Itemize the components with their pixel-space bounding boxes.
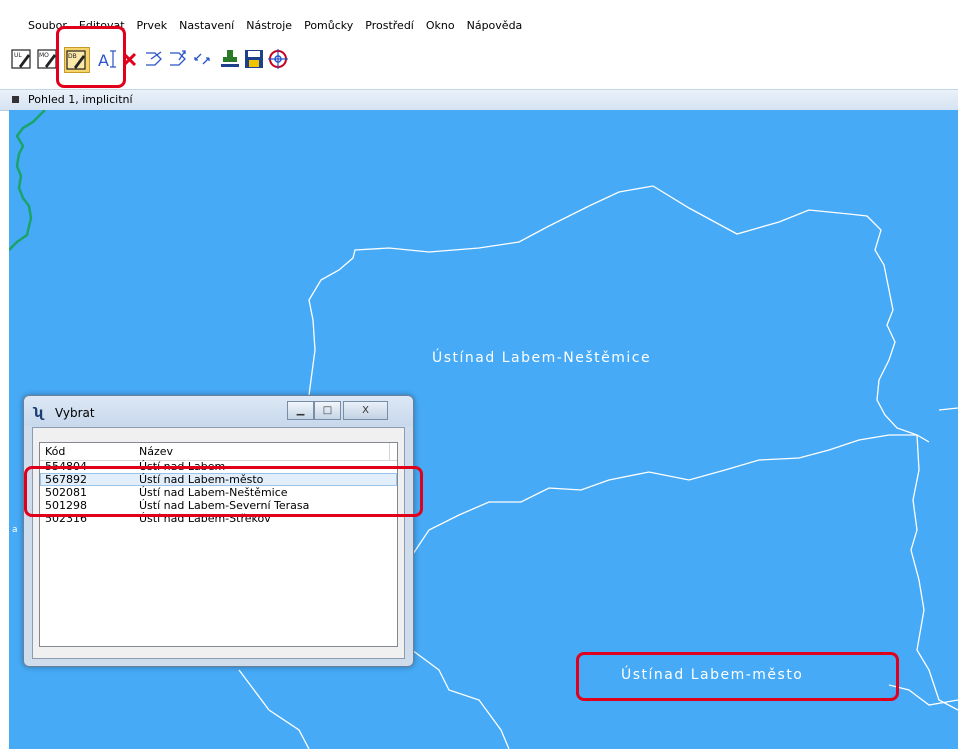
delete-icon[interactable] (118, 47, 142, 71)
list-header: Kód Název (40, 443, 397, 461)
menu-nastaveni[interactable]: Nastavení (173, 18, 240, 34)
menu-soubor[interactable]: Soubor (22, 18, 73, 34)
list-item[interactable]: 502316 Ústí nad Labem-Střekov (40, 512, 397, 525)
boundary-bottom-left (238, 669, 310, 749)
menu-prostredi[interactable]: Prostředí (359, 18, 420, 34)
target-icon[interactable] (266, 47, 290, 71)
view-title: Pohled 1, implicitní (28, 93, 133, 106)
stamp-icon[interactable] (218, 47, 242, 71)
list-rows: 554804 Ústí nad Labem 567892 Ústí nad La… (40, 460, 397, 525)
menu-napoveda[interactable]: Nápověda (461, 18, 529, 34)
minimize-button[interactable]: ▁ (287, 401, 314, 420)
app-logo-icon: ʯ (34, 406, 45, 421)
map-label-nestemice: Ústínad Labem-Neštěmice (432, 350, 652, 366)
menu-editovat[interactable]: Editovat (73, 18, 131, 34)
boundary-right-top (938, 407, 958, 411)
boundary-lower-left (406, 559, 510, 749)
map-edge-mark: a (12, 525, 18, 535)
boundary-right (910, 434, 958, 711)
menu-nastroje[interactable]: Nástroje (240, 18, 298, 34)
row-code: 501298 (45, 499, 87, 512)
maximize-icon: □ (322, 405, 333, 416)
minimize-icon: ▁ (296, 405, 305, 416)
view-window-icon[interactable] (12, 96, 19, 103)
close-icon: X (362, 405, 369, 416)
mo-edit-icon[interactable]: MO (36, 47, 60, 71)
header-divider (389, 443, 390, 460)
list-item[interactable]: 502081 Ústí nad Labem-Neštěmice (40, 486, 397, 499)
arrow-right-icon[interactable] (142, 47, 166, 71)
db-edit-icon[interactable]: DB (64, 47, 90, 73)
toolbar: UL MO DB A (0, 40, 958, 78)
row-name: Ústí nad Labem (139, 460, 226, 473)
dialog-title-bar[interactable]: ʯ Vybrat ▁ □ X (24, 396, 413, 426)
menu-pomucky[interactable]: Pomůcky (298, 18, 359, 34)
list-item[interactable]: 501298 Ústí nad Labem-Severní Terasa (40, 499, 397, 512)
text-cursor-icon[interactable]: A (96, 47, 120, 71)
view-title-bar: Pohled 1, implicitní (0, 89, 958, 111)
row-code: 502316 (45, 512, 87, 525)
move-arrows-icon[interactable] (190, 47, 214, 71)
save-icon[interactable] (242, 47, 266, 71)
row-name: Ústí nad Labem-město (139, 473, 264, 486)
svg-text:MO: MO (39, 52, 49, 59)
boundary-middle (408, 434, 917, 561)
row-name: Ústí nad Labem-Severní Terasa (139, 499, 310, 512)
menu-bar: Soubor Editovat Prvek Nastavení Nástroje… (0, 0, 958, 40)
menu-items: Soubor Editovat Prvek Nastavení Nástroje… (22, 18, 528, 34)
close-button[interactable]: X (343, 401, 388, 420)
row-code: 502081 (45, 486, 87, 499)
svg-text:DB: DB (68, 53, 77, 60)
arrow-up-right-icon[interactable] (166, 47, 190, 71)
maximize-button[interactable]: □ (314, 401, 341, 420)
select-dialog: ʯ Vybrat ▁ □ X Kód Název 554804 Ústí nad… (23, 395, 414, 667)
boundary-bottom-right (888, 684, 958, 706)
row-code: 554804 (45, 460, 87, 473)
map-label-mesto: Ústínad Labem-město (621, 667, 804, 683)
column-header-nazev[interactable]: Název (139, 445, 173, 458)
river-line (9, 110, 46, 251)
row-code: 567892 (45, 473, 87, 486)
svg-text:A: A (98, 51, 109, 70)
dialog-client: Kód Název 554804 Ústí nad Labem 567892 Ú… (32, 427, 405, 659)
list-item-selected[interactable]: 567892 Ústí nad Labem-město (40, 473, 397, 486)
row-name: Ústí nad Labem-Střekov (139, 512, 271, 525)
list-item[interactable]: 554804 Ústí nad Labem (40, 460, 397, 473)
menu-prvek[interactable]: Prvek (131, 18, 174, 34)
ul-edit-icon[interactable]: UL (10, 47, 34, 71)
column-header-kod[interactable]: Kód (45, 445, 65, 458)
selection-list[interactable]: Kód Název 554804 Ústí nad Labem 567892 Ú… (39, 442, 398, 647)
menu-okno[interactable]: Okno (420, 18, 461, 34)
dialog-title: Vybrat (55, 406, 95, 420)
svg-text:UL: UL (14, 52, 22, 59)
row-name: Ústí nad Labem-Neštěmice (139, 486, 288, 499)
